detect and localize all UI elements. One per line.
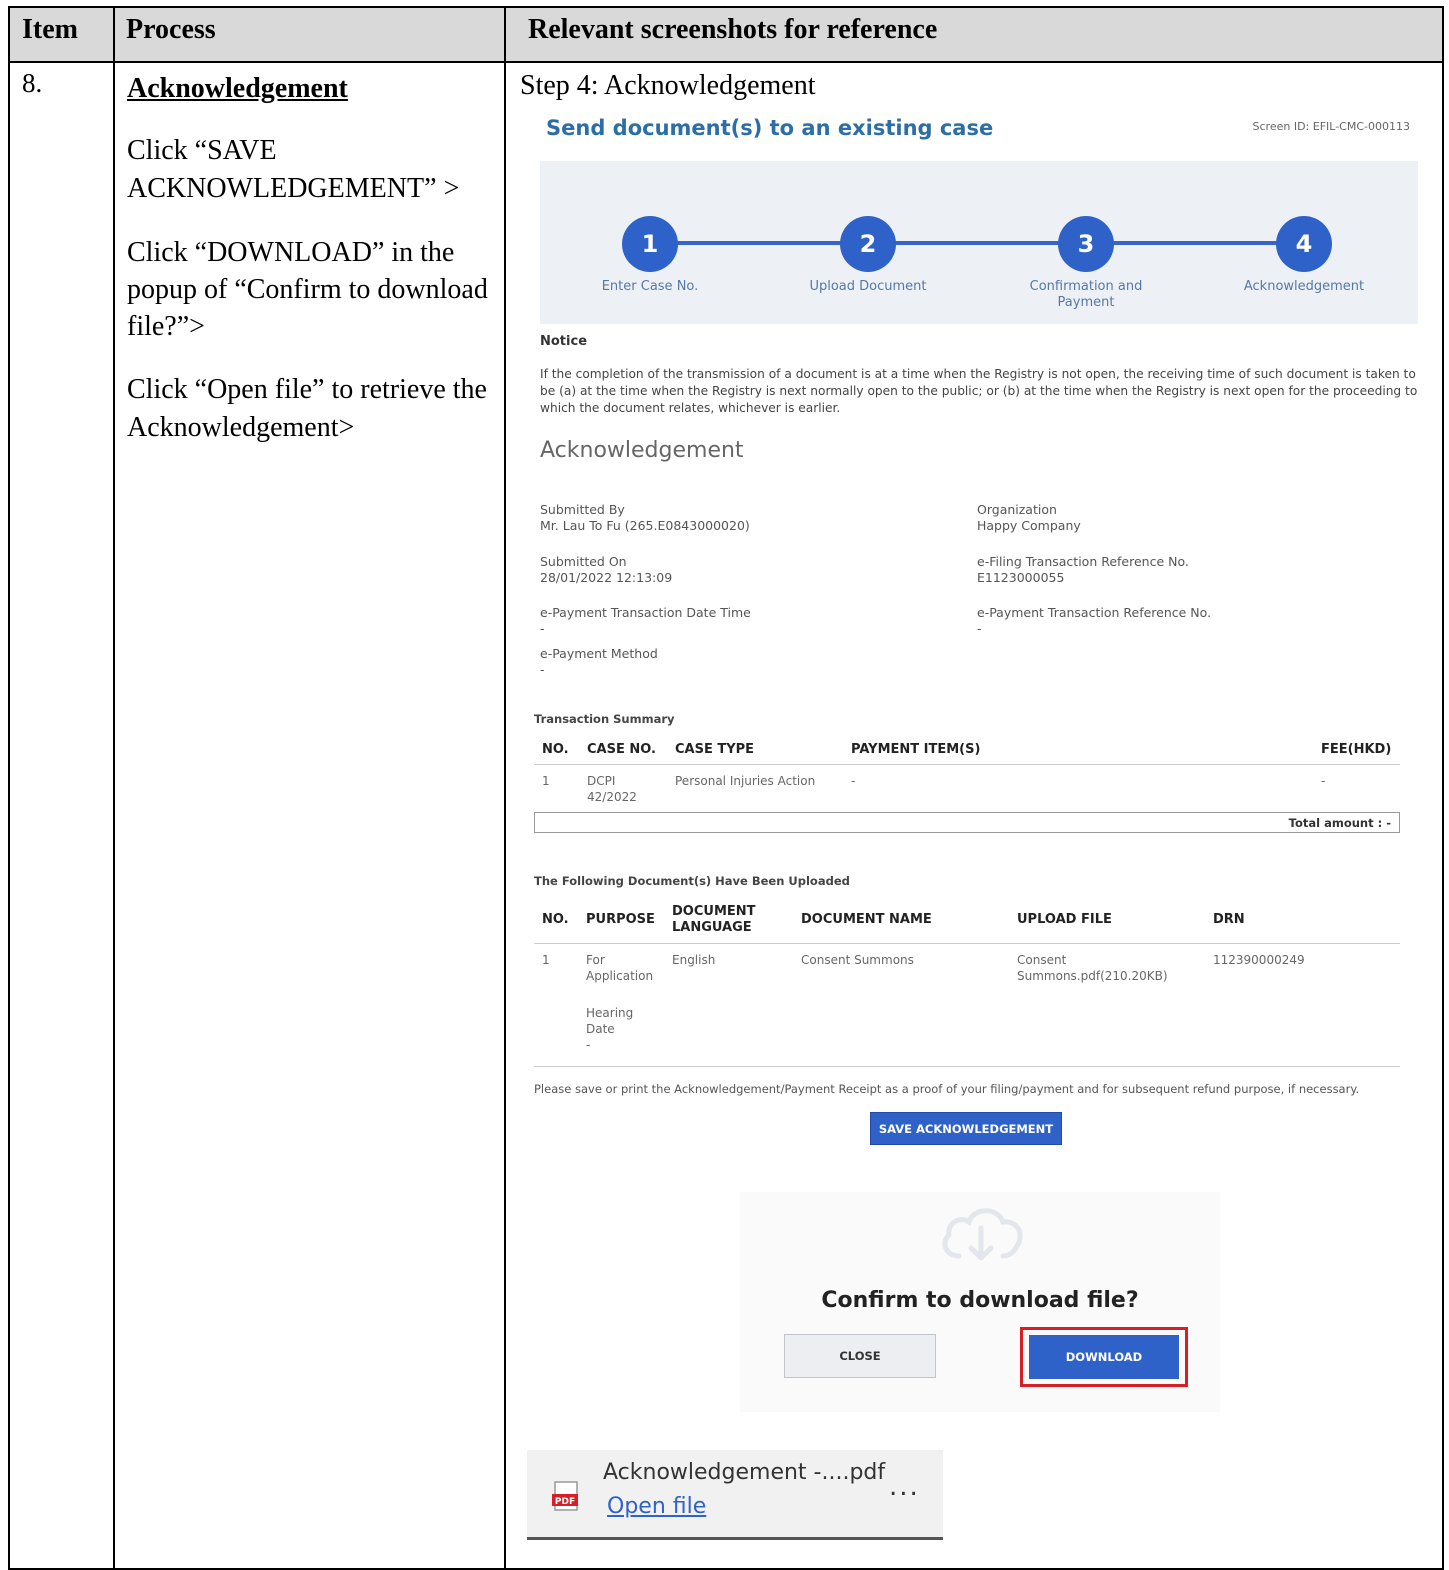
popup-question: Confirm to download file? — [821, 1288, 1139, 1313]
save-note: Please save or print the Acknowledgement… — [534, 1082, 1360, 1096]
epay-ref-field: e-Payment Transaction Reference No. - — [977, 605, 1211, 637]
column-header: DOCUMENT LANGUAGE — [672, 904, 756, 935]
field-value: - — [540, 621, 545, 636]
column-header: CASE NO. — [587, 742, 656, 757]
epay-method-field: e-Payment Method - — [540, 646, 658, 678]
step-2-circle: 2 — [840, 216, 896, 272]
step-4-circle: 4 — [1276, 216, 1332, 272]
column-header: CASE TYPE — [675, 742, 755, 757]
pdf-file-icon: PDF — [552, 1481, 578, 1511]
save-acknowledgement-button[interactable]: SAVE ACKNOWLEDGEMENT — [870, 1112, 1062, 1145]
download-highlight: DOWNLOAD — [1020, 1327, 1188, 1387]
divider — [534, 764, 1400, 765]
field-value: 28/01/2022 12:13:09 — [540, 570, 673, 585]
process-column: Acknowledgement Click “SAVE ACKNOWLEDGEM… — [127, 70, 497, 473]
field-label: Submitted By — [540, 502, 625, 517]
notice-heading: Notice — [540, 334, 588, 349]
table-cell: DCPI 42/2022 — [587, 774, 637, 804]
download-file-name: Acknowledgement -....pdf — [603, 1460, 886, 1485]
column-header: UPLOAD FILE — [1017, 912, 1112, 927]
table-cell: Consent Summons.pdf(210.20KB) — [1017, 953, 1168, 983]
acknowledgement-heading: Acknowledgement — [540, 438, 744, 463]
field-value: - — [977, 621, 982, 636]
divider — [534, 1066, 1400, 1067]
divider — [534, 943, 1400, 944]
table-cell: Consent Summons — [801, 953, 914, 967]
uploaded-documents-heading: The Following Document(s) Have Been Uplo… — [534, 874, 850, 888]
total-amount: Total amount : - — [1288, 816, 1391, 830]
item-number: 8. — [22, 68, 43, 98]
header-screenshots: Relevant screenshots for reference — [528, 14, 938, 45]
document-table: Item Process Relevant screenshots for re… — [8, 6, 1444, 1570]
more-options-icon[interactable]: ... — [889, 1472, 920, 1502]
field-label: e-Payment Transaction Date Time — [540, 605, 751, 620]
table-cell: 112390000249 — [1213, 953, 1305, 967]
table-cell: For Application — [586, 953, 654, 983]
epay-datetime-field: e-Payment Transaction Date Time - — [540, 605, 751, 637]
svg-text:PDF: PDF — [555, 1497, 575, 1507]
step-1-label: Enter Case No. — [601, 279, 699, 294]
field-value: Happy Company — [977, 518, 1081, 533]
step-1-circle: 1 — [622, 216, 678, 272]
page-title: Send document(s) to an existing case — [546, 116, 994, 140]
process-title: Acknowledgement — [127, 73, 348, 104]
step-4-label: Acknowledgement — [1243, 279, 1365, 294]
transaction-summary-heading: Transaction Summary — [534, 712, 675, 726]
column-header: PURPOSE — [586, 912, 655, 927]
table-cell: Personal Injuries Action — [675, 774, 816, 788]
field-value: E1123000055 — [977, 570, 1065, 585]
organization-field: Organization Happy Company — [977, 502, 1081, 534]
step-3-label: Confirmation and Payment — [1029, 279, 1143, 310]
submitted-by-field: Submitted By Mr. Lau To Fu (265.E0843000… — [540, 502, 750, 534]
download-button[interactable]: DOWNLOAD — [1029, 1335, 1179, 1379]
download-bar: PDF Acknowledgement -....pdf Open file .… — [527, 1450, 943, 1540]
field-label: Organization — [977, 502, 1057, 517]
field-label: e-Payment Method — [540, 646, 658, 661]
column-header: FEE(HKD) — [1321, 742, 1392, 757]
field-label: Submitted On — [540, 554, 627, 569]
download-confirm-popup: Confirm to download file? CLOSE DOWNLOAD — [740, 1192, 1220, 1412]
column-header: DRN — [1213, 912, 1245, 927]
table-cell: - — [586, 1038, 591, 1052]
column-divider — [504, 8, 506, 1568]
close-button[interactable]: CLOSE — [784, 1334, 936, 1378]
column-header: NO. — [542, 912, 569, 927]
open-file-link[interactable]: Open file — [607, 1494, 706, 1519]
column-header: PAYMENT ITEM(S) — [851, 742, 981, 757]
field-label: e-Filing Transaction Reference No. — [977, 554, 1189, 569]
notice-text: If the completion of the transmission of… — [540, 367, 1418, 415]
column-divider — [113, 8, 115, 1568]
step-2-label: Upload Document — [809, 279, 927, 294]
process-step: Click “SAVE ACKNOWLEDGEMENT” > — [127, 135, 460, 204]
column-header: DOCUMENT NAME — [801, 912, 932, 927]
submitted-on-field: Submitted On 28/01/2022 12:13:09 — [540, 554, 672, 586]
table-cell: Hearing Date — [586, 1006, 634, 1036]
progress-stepper: 1 2 3 4 Enter Case No. Upload Document C… — [540, 161, 1418, 324]
field-value: - — [540, 662, 545, 677]
stepper-line — [652, 241, 1300, 245]
table-cell: English — [672, 953, 716, 967]
table-cell: - — [1321, 774, 1326, 788]
screen-id: Screen ID: EFIL-CMC-000113 — [1252, 120, 1410, 133]
header-item: Item — [22, 14, 78, 45]
process-step: Click “DOWNLOAD” in the popup of “Confir… — [127, 237, 488, 342]
efiling-ref-field: e-Filing Transaction Reference No. E1123… — [977, 554, 1189, 586]
table-cell: 1 — [542, 774, 550, 788]
process-step: Click “Open file” to retrieve the Acknow… — [127, 374, 487, 443]
column-header: NO. — [542, 742, 569, 757]
total-amount-box: Total amount : - — [534, 812, 1400, 833]
field-label: e-Payment Transaction Reference No. — [977, 605, 1212, 620]
table-cell: 1 — [542, 953, 550, 967]
field-value: Mr. Lau To Fu (265.E0843000020) — [540, 518, 750, 533]
step-3-circle: 3 — [1058, 216, 1114, 272]
cloud-download-icon — [942, 1208, 1023, 1261]
step-caption: Step 4: Acknowledgement — [520, 70, 816, 101]
table-cell: - — [851, 774, 856, 788]
header-process: Process — [126, 14, 216, 45]
